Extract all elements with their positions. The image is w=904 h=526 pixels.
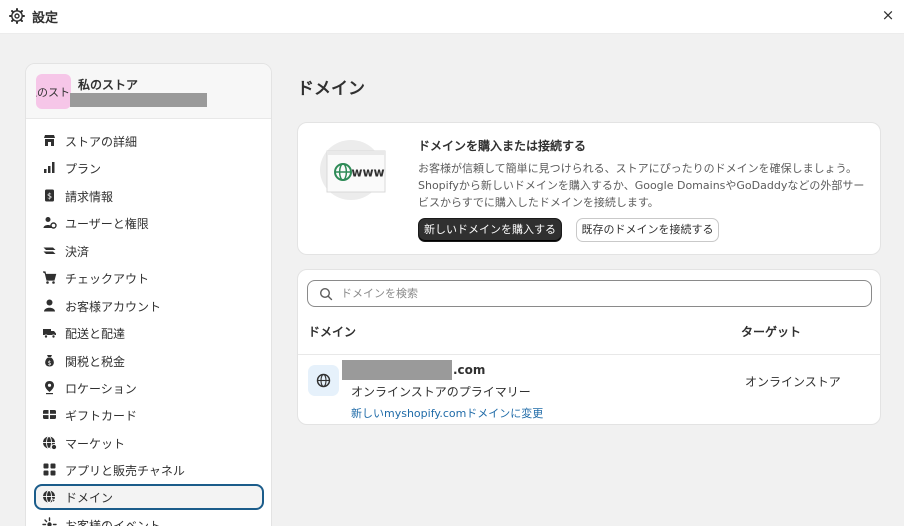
globe-domain-icon	[43, 490, 57, 504]
domains-list-card: ドメイン ターゲット .com オンラインストアのプライマリー 新しいmysho…	[297, 269, 881, 425]
sidebar-item-payments[interactable]: 決済	[34, 238, 264, 264]
page-title: ドメイン	[297, 79, 365, 99]
sidebar-item-label: ロケーション	[65, 382, 137, 396]
sidebar-item-store-details[interactable]: ストアの詳細	[34, 128, 264, 154]
store-icon	[44, 135, 55, 146]
sidebar-item-label: 配送と配達	[65, 327, 126, 341]
money-bag-icon: $	[45, 355, 54, 367]
sidebar-item-gift-cards[interactable]: ギフトカード	[34, 402, 264, 428]
sidebar-item-label: お客様のイベント	[65, 519, 162, 526]
sidebar-item-label: 関税と税金	[65, 355, 126, 369]
sidebar-item-users[interactable]: ユーザーと権限	[34, 210, 264, 236]
globe-markets-icon	[43, 436, 57, 450]
sidebar-item-shipping[interactable]: 配送と配達	[34, 320, 264, 346]
store-avatar: 私のスト	[36, 74, 71, 109]
change-myshopify-domain-link[interactable]: 新しいmyshopify.comドメインに変更	[351, 405, 543, 421]
promo-description-line: ビスからすでに購入したドメインを接続します。	[418, 196, 659, 209]
settings-title: 設定	[32, 11, 59, 26]
redacted-domain-name	[342, 360, 452, 380]
domain-suffix: .com	[453, 363, 486, 377]
cart-icon	[43, 271, 57, 284]
sidebar-item-label: チェックアウト	[65, 272, 150, 286]
location-pin-icon	[45, 381, 54, 395]
sidebar-item-checkout[interactable]: チェックアウト	[34, 265, 264, 291]
svg-text:$: $	[48, 360, 52, 367]
sidebar-item-label: ストアの詳細	[65, 135, 138, 149]
promo-description-line: Shopifyから新しいドメインを購入するか、Google DomainsやGo…	[418, 179, 865, 192]
sidebar-item-billing[interactable]: $ 請求情報	[34, 183, 264, 209]
store-name: 私のストア	[78, 78, 139, 92]
column-header-target: ターゲット	[741, 325, 802, 339]
store-avatar-text: 私のスト	[36, 86, 70, 99]
www-label: www	[351, 166, 384, 180]
sidebar-item-customer-events[interactable]: お客様のイベント	[34, 512, 264, 526]
sidebar-item-domains[interactable]: ドメイン	[34, 484, 264, 510]
sidebar-item-plan[interactable]: プラン	[34, 155, 264, 181]
gear-icon	[9, 8, 25, 24]
sidebar-item-label: お客様アカウント	[65, 300, 162, 314]
billing-icon: $	[45, 189, 54, 202]
buy-connect-domain-card: www ドメインを購入または接続する お客様が信頼して簡単に見つけられる、ストア…	[297, 122, 881, 255]
promo-heading: ドメインを購入または接続する	[418, 139, 587, 153]
svg-text:$: $	[47, 192, 52, 201]
sidebar-item-customer-accounts[interactable]: お客様アカウント	[34, 293, 264, 319]
domain-target: オンラインストア	[745, 375, 841, 389]
redacted-store-url	[70, 93, 207, 107]
sidebar-item-label: ユーザーと権限	[65, 217, 149, 231]
www-illustration: www	[320, 140, 386, 200]
person-icon	[44, 299, 55, 312]
users-icon	[43, 217, 57, 229]
sidebar-item-label: ギフトカード	[65, 409, 138, 423]
globe-icon	[316, 373, 331, 388]
column-header-domain: ドメイン	[308, 325, 357, 339]
sidebar-item-label: プラン	[65, 162, 102, 176]
apps-icon	[43, 463, 56, 476]
promo-description-line: お客様が信頼して簡単に見つけられる、ストアにぴったりのドメインを確保しましょう。	[418, 162, 858, 175]
store-header[interactable]: 私のスト 私のストア	[26, 64, 271, 119]
sidebar-item-apps-channels[interactable]: アプリと販売チャネル	[34, 457, 264, 483]
sidebar-item-duties-taxes[interactable]: $ 関税と税金	[34, 348, 264, 374]
sidebar-item-label: 決済	[65, 245, 90, 259]
search-icon	[319, 287, 333, 301]
sidebar-item-locations[interactable]: ロケーション	[34, 375, 264, 401]
truck-icon	[43, 329, 56, 339]
connect-existing-domain-button[interactable]: 既存のドメインを接続する	[576, 218, 719, 242]
promo-description: お客様が信頼して簡単に見つけられる、ストアにぴったりのドメインを確保しましょう。…	[418, 160, 868, 211]
sidebar-item-label: ドメイン	[65, 491, 114, 505]
close-icon[interactable]: ×	[879, 6, 897, 24]
buy-new-domain-button[interactable]: 新しいドメインを購入する	[418, 218, 562, 242]
settings-header: 設定 ×	[0, 0, 904, 34]
domain-search[interactable]	[307, 280, 872, 307]
domain-subtitle: オンラインストアのプライマリー	[351, 385, 531, 399]
domain-search-input[interactable]	[341, 284, 861, 303]
plan-chart-icon	[44, 162, 55, 173]
sidebar-item-label: マーケット	[65, 437, 126, 451]
settings-sidebar: 私のスト 私のストア ストアの詳細 プラン $	[25, 63, 272, 526]
gift-card-icon	[43, 410, 56, 419]
sidebar-item-label: 請求情報	[65, 190, 114, 204]
events-icon	[42, 517, 57, 526]
domain-globe-badge	[308, 365, 339, 396]
sidebar-item-label: アプリと販売チャネル	[65, 464, 185, 478]
payments-icon	[43, 247, 56, 254]
divider	[298, 354, 880, 355]
sidebar-item-markets[interactable]: マーケット	[34, 430, 264, 456]
